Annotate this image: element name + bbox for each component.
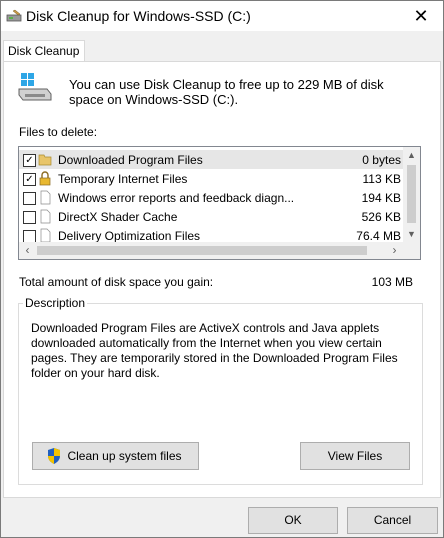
file-name: Downloaded Program Files (58, 153, 203, 167)
tab-disk-cleanup[interactable]: Disk Cleanup (3, 40, 85, 61)
close-icon: ✕ (413, 6, 429, 26)
close-button[interactable]: ✕ (399, 1, 443, 31)
disk-cleanup-icon (6, 9, 22, 22)
total-space-label: Total amount of disk space you gain: (19, 275, 214, 289)
tab-strip: Disk Cleanup (1, 40, 443, 62)
description-legend: Description (23, 296, 88, 310)
file-icon (40, 228, 51, 243)
checkbox[interactable]: ✓ (23, 173, 36, 186)
file-name: Windows error reports and feedback diagn… (58, 191, 295, 205)
scroll-right-icon[interactable]: › (386, 242, 403, 259)
scroll-left-icon[interactable]: ‹ (19, 242, 36, 259)
check-icon: ✓ (25, 174, 34, 185)
file-size: 113 KB (362, 172, 401, 186)
cancel-button[interactable]: Cancel (347, 507, 438, 534)
scroll-thumb[interactable] (37, 246, 367, 255)
ok-button[interactable]: OK (248, 507, 338, 534)
horizontal-scrollbar[interactable]: ‹ › (19, 242, 403, 259)
list-item[interactable]: Windows error reports and feedback diagn… (19, 188, 403, 207)
view-files-button[interactable]: View Files (300, 442, 410, 470)
file-icon (40, 190, 51, 205)
file-size: 76.4 MB (356, 229, 401, 243)
checkbox[interactable] (23, 192, 36, 205)
folder-icon (38, 154, 52, 166)
lock-icon (39, 171, 51, 186)
clean-up-system-files-button[interactable]: Clean up system files (32, 442, 199, 470)
disk-cleanup-window: Disk Cleanup for Windows-SSD (C:) ✕ Disk… (0, 0, 444, 538)
scroll-down-icon[interactable]: ▼ (403, 226, 420, 242)
file-name: Temporary Internet Files (58, 172, 188, 186)
vertical-scrollbar[interactable]: ▲ ▼ (403, 147, 420, 242)
file-size: 0 bytes (362, 153, 401, 167)
window-title: Disk Cleanup for Windows-SSD (C:) (26, 8, 251, 24)
description-text: Downloaded Program Files are ActiveX con… (31, 321, 398, 380)
files-list[interactable]: ✓ Downloaded Program Files 0 bytes ✓ Tem… (18, 146, 421, 260)
list-item[interactable]: ✓ Downloaded Program Files 0 bytes (19, 150, 403, 169)
files-to-delete-label: Files to delete: (19, 125, 98, 139)
file-name: DirectX Shader Cache (58, 210, 178, 224)
file-name: Delivery Optimization Files (58, 229, 201, 243)
title-bar[interactable]: Disk Cleanup for Windows-SSD (C:) ✕ (1, 1, 443, 31)
file-icon (40, 209, 51, 224)
scroll-up-icon[interactable]: ▲ (403, 147, 420, 163)
file-size: 194 KB (361, 191, 401, 205)
check-icon: ✓ (25, 155, 34, 166)
total-space-value: 103 MB (371, 275, 413, 289)
scroll-thumb[interactable] (407, 165, 416, 223)
drive-icon (18, 73, 52, 101)
intro-text: You can use Disk Cleanup to free up to 2… (69, 77, 384, 107)
uac-shield-icon (48, 448, 60, 464)
list-item[interactable]: ✓ Temporary Internet Files 113 KB (19, 169, 403, 188)
file-size: 526 KB (361, 210, 401, 224)
scrollbar-corner (403, 242, 420, 259)
list-item[interactable]: DirectX Shader Cache 526 KB (19, 207, 403, 226)
checkbox[interactable] (23, 211, 36, 224)
clean-up-system-files-label: Clean up system files (67, 449, 182, 463)
checkbox[interactable]: ✓ (23, 154, 36, 167)
